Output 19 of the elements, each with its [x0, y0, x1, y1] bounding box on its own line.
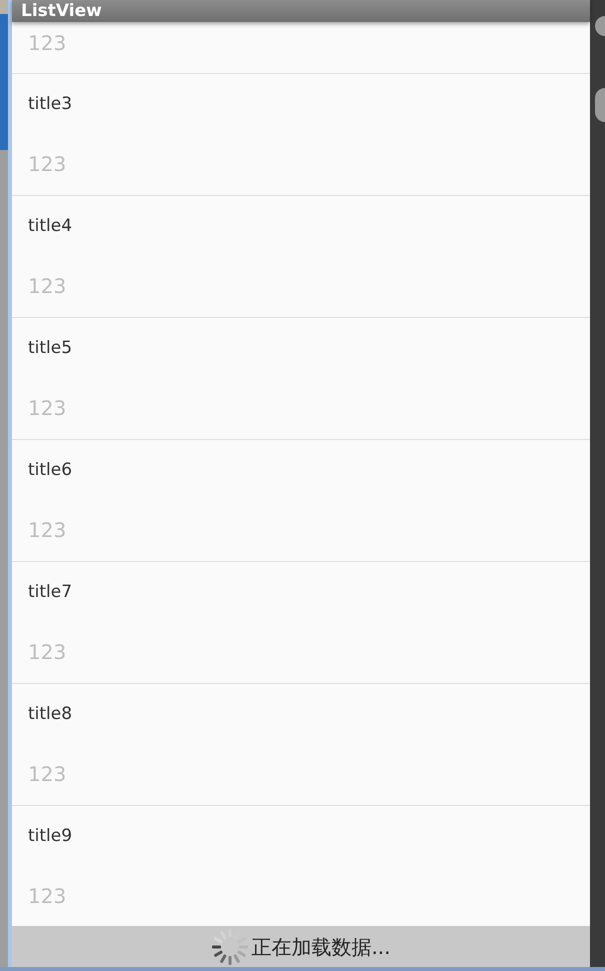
item-subtitle: 123: [28, 517, 66, 544]
dial-icon: [595, 88, 605, 122]
item-title: title3: [28, 93, 72, 116]
item-title: title7: [28, 581, 72, 604]
item-subtitle: 123: [28, 30, 66, 57]
item-subtitle: 123: [28, 761, 66, 788]
item-subtitle: 123: [28, 395, 66, 422]
loading-text: 正在加载数据...: [251, 934, 391, 960]
item-title: title6: [28, 459, 72, 482]
app-title: ListView: [21, 1, 102, 21]
item-title: title5: [28, 337, 72, 360]
item-subtitle: 123: [28, 273, 66, 300]
item-subtitle: 123: [28, 151, 66, 178]
item-title: title9: [28, 825, 72, 848]
dial-icon: [595, 16, 605, 36]
item-subtitle: 123: [28, 883, 66, 910]
item-title: title8: [28, 703, 72, 726]
item-title: title4: [28, 215, 72, 238]
item-subtitle: 123: [28, 639, 66, 666]
